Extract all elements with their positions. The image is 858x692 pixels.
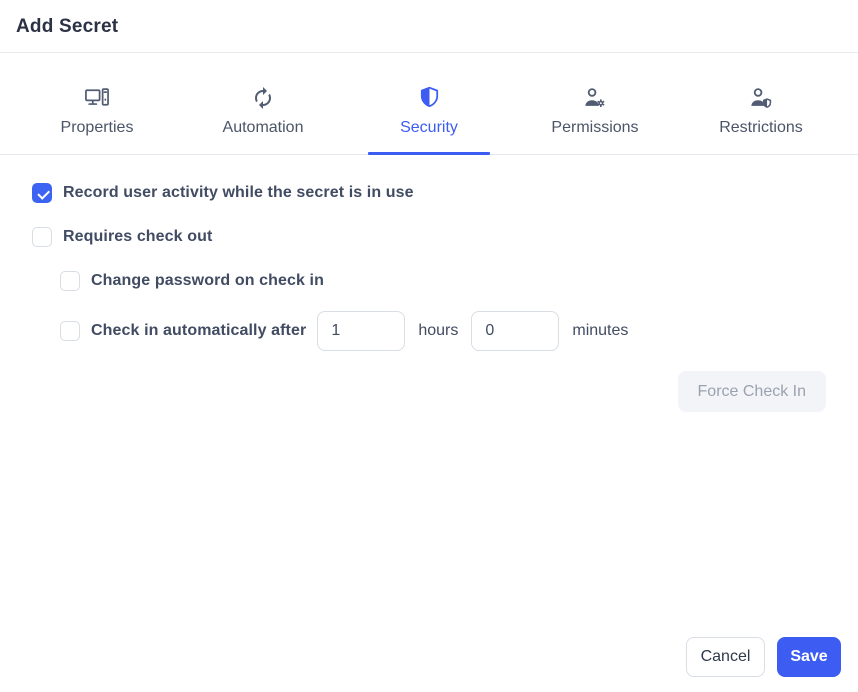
tab-label: Properties (61, 119, 134, 137)
minutes-input[interactable] (471, 311, 559, 351)
hours-input[interactable] (317, 311, 405, 351)
tab-label: Security (400, 119, 458, 137)
dialog-footer: Cancel Save (686, 637, 841, 677)
requires-checkout-checkbox[interactable] (32, 227, 52, 247)
dialog-header: Add Secret (0, 0, 858, 53)
record-activity-checkbox[interactable] (32, 183, 52, 203)
tab-label: Permissions (551, 119, 638, 137)
user-gear-icon (582, 84, 608, 111)
sync-icon (251, 84, 275, 111)
record-activity-label: Record user activity while the secret is… (63, 184, 414, 202)
tab-security[interactable]: Security (346, 53, 512, 154)
auto-checkin-checkbox[interactable] (60, 321, 80, 341)
dialog-title: Add Secret (16, 16, 842, 38)
cancel-button[interactable]: Cancel (686, 637, 765, 677)
force-check-in-row: Force Check In (32, 371, 826, 412)
force-check-in-button[interactable]: Force Check In (678, 371, 826, 412)
save-button[interactable]: Save (777, 637, 841, 677)
tab-restrictions[interactable]: Restrictions (678, 53, 844, 154)
change-password-row: Change password on check in (32, 271, 826, 291)
tab-permissions[interactable]: Permissions (512, 53, 678, 154)
hours-unit-label: hours (418, 322, 458, 340)
tab-properties[interactable]: Properties (14, 53, 180, 154)
requires-checkout-label: Requires check out (63, 228, 212, 246)
tab-automation[interactable]: Automation (180, 53, 346, 154)
auto-checkin-row: Check in automatically after hours minut… (32, 311, 826, 351)
tab-bar: Properties Automation Security (0, 53, 858, 155)
security-tab-panel: Record user activity while the secret is… (0, 155, 858, 412)
change-password-checkbox[interactable] (60, 271, 80, 291)
active-tab-underline (368, 152, 490, 155)
user-shield-icon (748, 84, 774, 111)
auto-checkin-label: Check in automatically after (91, 322, 306, 340)
tab-label: Automation (223, 119, 304, 137)
shield-icon (417, 84, 442, 111)
minutes-unit-label: minutes (572, 322, 628, 340)
change-password-label: Change password on check in (91, 272, 324, 290)
desktop-icon (84, 84, 110, 111)
add-secret-dialog: Add Secret Properties Automation (0, 0, 858, 692)
tab-label: Restrictions (719, 119, 803, 137)
requires-checkout-row: Requires check out (32, 227, 826, 247)
record-activity-row: Record user activity while the secret is… (32, 183, 826, 203)
